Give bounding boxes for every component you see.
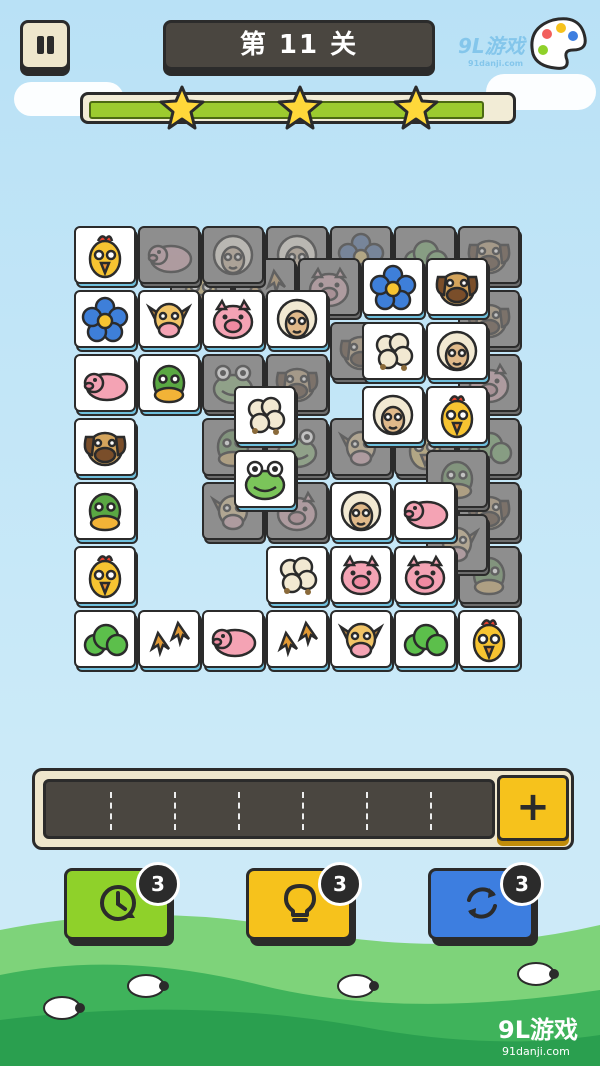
slot-divider xyxy=(238,792,240,830)
plus-icon: + xyxy=(516,784,550,830)
tile-flower[interactable] xyxy=(74,290,138,352)
slot-area xyxy=(43,779,495,839)
pig2-icon xyxy=(147,244,193,274)
tile-pig2 xyxy=(138,226,202,288)
tile-pig[interactable] xyxy=(394,546,458,608)
tile-dog[interactable] xyxy=(426,258,490,320)
dog-icon xyxy=(435,271,479,307)
slot-divider xyxy=(366,792,368,830)
tile-bush[interactable] xyxy=(394,610,458,672)
sheep-icon xyxy=(340,490,382,532)
shuffle-count-badge: 3 xyxy=(500,862,544,906)
dog-icon xyxy=(83,431,127,467)
tile-frog[interactable] xyxy=(234,450,298,512)
chicken-icon xyxy=(440,395,474,439)
cotton-icon xyxy=(279,556,318,595)
sheep-icon xyxy=(436,330,478,372)
hint-count-badge: 3 xyxy=(318,862,362,906)
chicken-icon xyxy=(472,619,506,663)
tile-pig[interactable] xyxy=(202,290,266,352)
tile-pig2[interactable] xyxy=(74,354,138,416)
hint-button[interactable]: 3 xyxy=(246,862,362,940)
tile-sheep xyxy=(202,226,266,288)
pig2-icon xyxy=(403,500,449,530)
feet-icon xyxy=(277,620,319,658)
tile-chicken[interactable] xyxy=(458,610,522,672)
flower-icon xyxy=(81,296,129,343)
tile-board xyxy=(0,0,600,700)
tile-cow[interactable] xyxy=(330,610,394,672)
slot-tray: + xyxy=(32,768,574,850)
grazing-sheep xyxy=(126,972,170,1006)
tile-sheep[interactable] xyxy=(362,386,426,448)
refresh-icon xyxy=(467,887,497,919)
cow-icon xyxy=(337,622,385,659)
undo-count-badge: 3 xyxy=(136,862,180,906)
tile-chicken[interactable] xyxy=(426,386,490,448)
slot-divider xyxy=(430,792,432,830)
cotton-icon xyxy=(375,332,414,371)
tile-sheep[interactable] xyxy=(426,322,490,384)
tile-feet[interactable] xyxy=(138,610,202,672)
duck-icon xyxy=(152,364,186,404)
bush-icon xyxy=(83,623,129,657)
flower-icon xyxy=(369,264,417,311)
add-slot-button[interactable]: + xyxy=(497,775,569,841)
tile-pig2[interactable] xyxy=(394,482,458,544)
feet-icon xyxy=(149,620,191,658)
tile-chicken[interactable] xyxy=(74,226,138,288)
tile-bush[interactable] xyxy=(74,610,138,672)
watermark-bottom: 9L游戏 91danji.com xyxy=(498,1016,578,1058)
tile-dog[interactable] xyxy=(74,418,138,480)
sheep-icon xyxy=(276,298,318,340)
chicken-icon xyxy=(88,555,122,599)
pig2-icon xyxy=(83,372,129,402)
slot-divider xyxy=(174,792,176,830)
grazing-sheep xyxy=(516,960,560,994)
duck-icon xyxy=(88,492,122,532)
tile-sheep[interactable] xyxy=(266,290,330,352)
tile-cotton[interactable] xyxy=(266,546,330,608)
pig2-icon xyxy=(211,628,257,658)
clock-undo-icon xyxy=(100,885,136,921)
undo-button[interactable]: 3 xyxy=(64,862,180,940)
tile-pig2[interactable] xyxy=(202,610,266,672)
tile-pig[interactable] xyxy=(330,546,394,608)
pig-icon xyxy=(340,554,382,596)
lightbulb-icon xyxy=(284,884,316,922)
tile-duck[interactable] xyxy=(74,482,138,544)
shuffle-button[interactable]: 3 xyxy=(428,862,544,940)
cow-icon xyxy=(145,302,193,339)
sheep-icon xyxy=(212,234,254,276)
slot-divider xyxy=(302,792,304,830)
cotton-icon xyxy=(247,396,286,435)
tile-cotton[interactable] xyxy=(234,386,298,448)
slot-divider xyxy=(110,792,112,830)
tile-cow[interactable] xyxy=(138,290,202,352)
sheep-icon xyxy=(372,394,414,436)
tile-cotton[interactable] xyxy=(362,322,426,384)
tile-flower[interactable] xyxy=(362,258,426,320)
pig-icon xyxy=(212,298,254,340)
frog-icon xyxy=(244,460,286,501)
tile-chicken[interactable] xyxy=(74,546,138,608)
bush-icon xyxy=(403,623,449,657)
tile-duck[interactable] xyxy=(138,354,202,416)
chicken-icon xyxy=(88,235,122,279)
pig-icon xyxy=(404,554,446,596)
grazing-sheep xyxy=(42,994,86,1028)
grazing-sheep xyxy=(336,972,380,1006)
tile-sheep[interactable] xyxy=(330,482,394,544)
tile-feet[interactable] xyxy=(266,610,330,672)
